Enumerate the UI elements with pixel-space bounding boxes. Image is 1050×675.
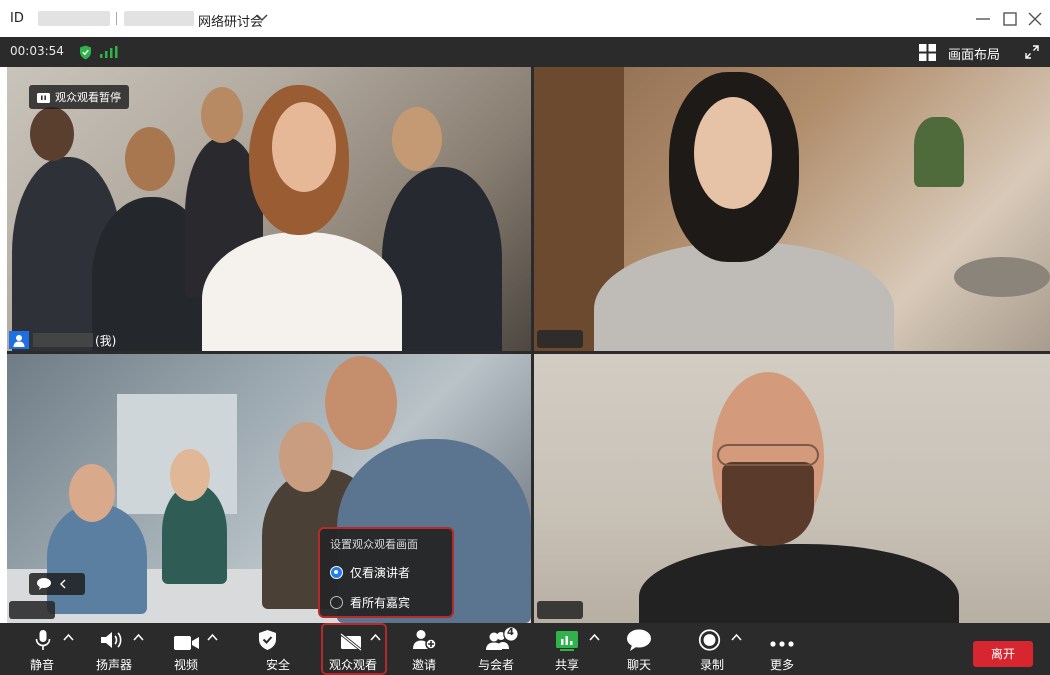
security-button[interactable]: 安全 [259,623,306,675]
signal-strength-icon[interactable] [100,46,118,58]
microphone-icon [35,630,51,650]
option-speaker-only-label: 仅看演讲者 [350,566,411,580]
avatar [9,331,29,349]
chevron-up-icon[interactable] [63,633,74,641]
video-tile-self[interactable] [7,67,531,351]
speaker-button[interactable]: 扬声器 [96,623,152,675]
figure [279,422,333,492]
speaker-icon [101,632,122,648]
chevron-up-icon[interactable] [731,633,742,641]
self-name-redacted [33,333,93,347]
invite-button[interactable]: 邀请 [410,623,440,675]
security-label: 安全 [266,658,291,672]
user-icon [13,334,25,347]
participant-2-name-tag [537,330,583,348]
record-label: 录制 [700,658,725,672]
video-camera-icon [174,636,199,650]
fullscreen-icon[interactable] [1025,45,1039,59]
audience-paused-label: 观众观看暂停 [55,91,121,104]
figure [202,232,402,351]
record-button[interactable]: 录制 [698,623,748,675]
meeting-id-redacted [38,11,110,26]
option-all-guests-label: 看所有嘉宾 [350,596,411,610]
video-tile-participant-2[interactable] [534,67,1050,351]
maximize-icon[interactable] [1000,9,1020,29]
figure [30,107,74,161]
mute-label: 静音 [30,658,55,672]
video-label: 视频 [174,658,199,672]
shield-check-icon [259,630,276,650]
figure [639,544,959,623]
participant-3-name-tag [9,601,55,619]
speaker-label: 扬声器 [96,658,133,672]
video-paused-icon [37,92,50,103]
participants-button[interactable]: 4 与会者 [476,623,520,675]
option-all-guests[interactable]: 看所有嘉宾 [330,594,410,611]
more-dots-icon [770,641,794,647]
participant-count: 4 [507,627,514,638]
figure-beard [722,462,814,546]
chevron-up-icon[interactable] [133,633,144,641]
status-bar: 00:03:54 画面布局 [0,37,1050,67]
figure [392,107,442,171]
chat-icon [627,629,651,651]
participant-4-name-tag [537,601,583,619]
chevron-up-icon[interactable] [207,633,218,641]
video-button[interactable]: 视频 [172,623,228,675]
more-label: 更多 [770,658,795,672]
self-name-tag: (我) [9,331,116,349]
figure [201,87,243,143]
chat-label: 聊天 [627,658,652,672]
figure [69,464,115,522]
record-icon [698,629,721,651]
invite-label: 邀请 [412,658,437,672]
more-button[interactable]: 更多 [768,623,802,675]
chat-button[interactable]: 聊天 [626,623,656,675]
radio-selected-icon[interactable] [330,566,343,579]
layout-grid-icon[interactable] [919,44,936,61]
meeting-host-redacted [124,11,194,26]
invite-user-icon [413,630,437,650]
chevron-up-icon[interactable] [589,633,600,641]
close-icon[interactable] [1025,9,1045,29]
encryption-shield-icon[interactable] [79,45,92,60]
figure-glasses [717,444,819,466]
participants-label: 与会者 [478,658,515,672]
audience-paused-badge: 观众观看暂停 [29,85,129,109]
chevron-left-icon [60,579,66,589]
share-label: 共享 [555,658,580,672]
audience-view-highlight [321,623,387,675]
chat-bubble-icon [37,578,51,590]
meeting-title: 网络研讨会 [198,15,264,30]
meeting-id-label: ID [10,11,24,26]
meeting-window: ID 网络研讨会 00:03:54 画面布局 观众观看暂停 (我) 设置观众观看… [0,0,1050,675]
meeting-timer: 00:03:54 [10,44,64,58]
share-screen-icon [556,631,578,651]
video-tile-participant-4[interactable] [534,354,1050,623]
chevron-down-icon[interactable] [256,13,268,23]
layout-button[interactable]: 画面布局 [948,44,1000,63]
audience-view-menu: 设置观众观看画面 仅看演讲者 看所有嘉宾 [318,527,454,618]
meeting-toolbar: 静音 扬声器 视频 安全 观众观看 邀请 4 与会者 共享 聊天 录制 更多 [0,623,1050,675]
figure [694,97,772,209]
figure [170,449,210,501]
minimize-icon[interactable] [973,9,993,29]
figure [325,356,397,450]
title-separator [116,12,117,25]
share-button[interactable]: 共享 [555,623,606,675]
option-speaker-only[interactable]: 仅看演讲者 [330,564,410,581]
figure [272,102,336,192]
self-name-suffix: (我) [95,333,117,348]
title-bar: ID 网络研讨会 [0,0,1050,37]
audience-view-menu-title: 设置观众观看画面 [330,538,418,551]
chat-collapse-button[interactable] [29,573,85,595]
mute-button[interactable]: 静音 [26,623,82,675]
background-plant [914,117,964,187]
background-table [954,257,1050,297]
radio-unselected-icon[interactable] [330,596,343,609]
figure [125,127,175,191]
leave-button[interactable]: 离开 [973,641,1033,667]
